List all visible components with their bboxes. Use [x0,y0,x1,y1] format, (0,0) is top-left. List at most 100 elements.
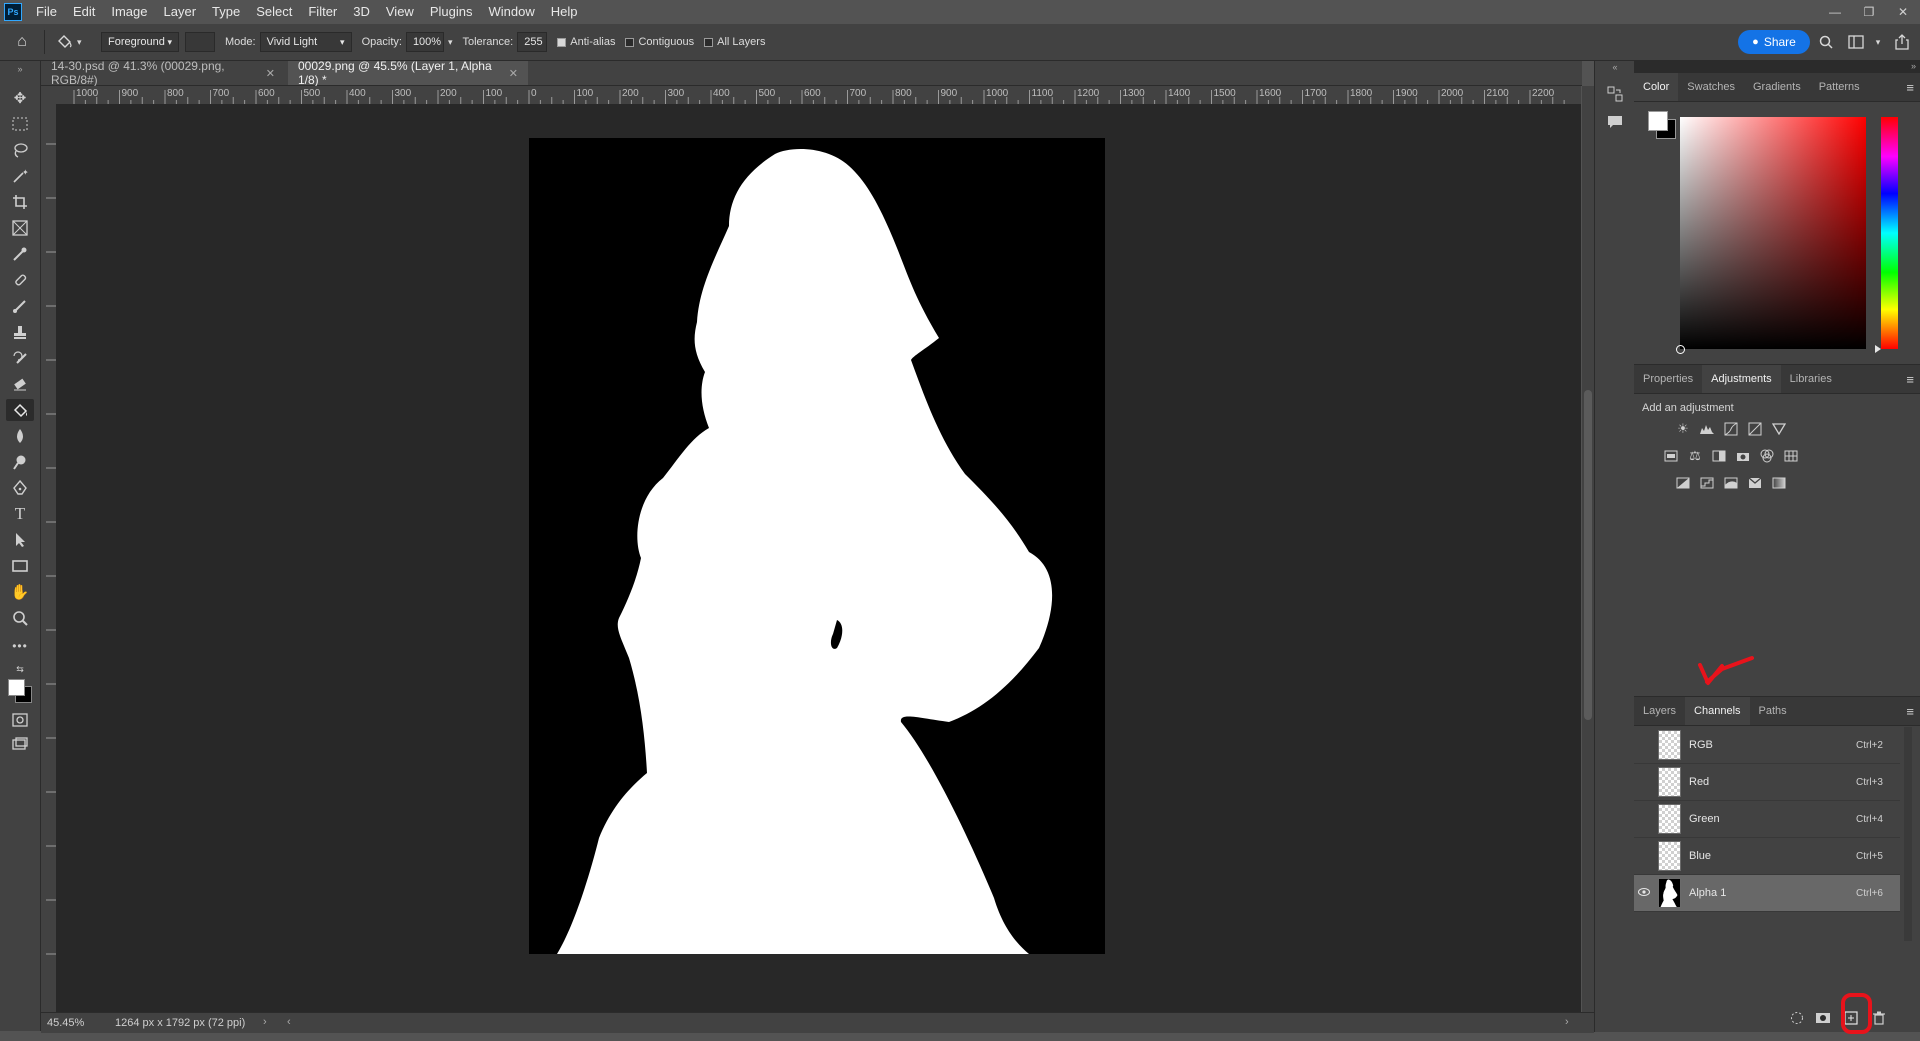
channel-row-alpha-1[interactable]: Alpha 1 Ctrl+6 [1634,875,1900,912]
tab-patterns[interactable]: Patterns [1810,73,1869,101]
frame-tool-icon[interactable] [6,217,34,239]
invert-icon[interactable] [1674,475,1692,491]
load-selection-icon[interactable] [1788,1009,1806,1027]
workspace-icon[interactable] [1846,32,1866,52]
blur-tool-icon[interactable] [6,425,34,447]
paint-bucket-tool-icon[interactable] [6,399,34,421]
scroll-right-icon[interactable]: › [1565,1016,1569,1028]
panel-menu-icon[interactable]: ≡ [1906,704,1914,719]
hue-slider[interactable] [1881,117,1898,349]
threshold-icon[interactable] [1722,475,1740,491]
vertical-scrollbar[interactable] [1582,86,1594,1012]
curves-icon[interactable] [1722,421,1740,437]
color-picker-cursor[interactable] [1676,345,1685,354]
horizontal-ruler[interactable]: 1000 900 800 700 600 500 400 300 200 100 0 100 200 30… [56,86,1581,105]
minimize-button[interactable]: — [1818,0,1852,24]
ruler-corner[interactable] [41,86,56,104]
hue-saturation-icon[interactable] [1662,448,1680,464]
move-tool-icon[interactable]: ✥ [6,87,34,109]
menu-select[interactable]: Select [248,0,300,24]
channel-row-red[interactable]: Red Ctrl+3 [1634,764,1900,801]
pattern-picker[interactable] [185,32,215,52]
document-canvas[interactable] [529,138,1105,955]
opacity-dropdown-icon[interactable]: ▾ [448,37,453,48]
paint-bucket-preset-icon[interactable]: ▾ [55,33,95,51]
photo-filter-icon[interactable] [1734,448,1752,464]
menu-type[interactable]: Type [204,0,248,24]
quick-mask-icon[interactable] [6,709,34,731]
clone-stamp-tool-icon[interactable] [6,321,34,343]
menu-image[interactable]: Image [103,0,155,24]
anti-alias-checkbox[interactable]: Anti-alias [557,36,615,48]
mode-select[interactable]: Vivid Light ▾ [259,32,352,52]
color-balance-icon[interactable]: ⚖ [1686,448,1704,464]
brush-tool-icon[interactable] [6,295,34,317]
vertical-scroll-thumb[interactable] [1584,390,1592,720]
tab-gradients[interactable]: Gradients [1744,73,1810,101]
menu-layer[interactable]: Layer [156,0,205,24]
path-selection-tool-icon[interactable] [6,529,34,551]
save-selection-icon[interactable] [1814,1009,1832,1027]
menu-window[interactable]: Window [480,0,542,24]
eraser-tool-icon[interactable] [6,373,34,395]
channel-mixer-icon[interactable] [1758,448,1776,464]
channel-row-green[interactable]: Green Ctrl+4 [1634,801,1900,838]
canvas-area[interactable] [56,104,1581,1012]
new-channel-icon[interactable] [1842,1009,1860,1027]
tab-color[interactable]: Color [1634,73,1679,101]
tolerance-input[interactable]: 255 [517,32,548,52]
marquee-tool-icon[interactable] [6,113,34,135]
more-tools-icon[interactable]: ••• [6,635,34,657]
menu-edit[interactable]: Edit [65,0,103,24]
pen-tool-icon[interactable] [6,477,34,499]
zoom-tool-icon[interactable] [6,607,34,629]
tab-adjustments[interactable]: Adjustments [1702,365,1781,393]
scroll-left-icon[interactable]: ‹ [287,1016,291,1028]
foreground-color-swatch[interactable] [8,679,25,696]
selective-color-icon[interactable] [1746,475,1764,491]
menu-3d[interactable]: 3D [345,0,378,24]
eyedropper-tool-icon[interactable] [6,243,34,265]
swap-colors-icon[interactable]: ⇆ [6,661,34,677]
tab-properties[interactable]: Properties [1634,365,1702,393]
tab-document-1[interactable]: 14-30.psd @ 41.3% (00029.png, RGB/8#) ✕ [41,59,285,87]
tab-paths[interactable]: Paths [1750,697,1796,725]
status-menu-arrow-icon[interactable]: › [263,1016,267,1028]
color-field[interactable] [1680,117,1866,349]
menu-filter[interactable]: Filter [300,0,345,24]
collapse-strip-icon[interactable]: « [1604,61,1626,73]
tab-swatches[interactable]: Swatches [1678,73,1744,101]
type-tool-icon[interactable]: T [6,503,34,525]
brightness-contrast-icon[interactable]: ☀ [1674,421,1692,437]
foreground-color-swatch[interactable] [1648,111,1668,131]
eye-icon[interactable] [1634,887,1654,899]
gradient-map-icon[interactable] [1770,475,1788,491]
restore-button[interactable]: ❐ [1852,0,1886,24]
menu-help[interactable]: Help [543,0,586,24]
tab-document-2[interactable]: 00029.png @ 45.5% (Layer 1, Alpha 1/8) *… [288,59,528,87]
channel-row-rgb[interactable]: RGB Ctrl+2 [1634,727,1900,764]
close-tab-icon[interactable]: ✕ [509,67,518,80]
lasso-tool-icon[interactable] [6,139,34,161]
panel-menu-icon[interactable]: ≡ [1906,372,1914,387]
menu-view[interactable]: View [378,0,422,24]
collapse-dock-icon[interactable]: » [1911,61,1916,71]
workspace-dropdown-icon[interactable]: ▾ [1868,32,1888,52]
contiguous-checkbox[interactable]: Contiguous [625,36,694,48]
share-export-icon[interactable] [1892,32,1912,52]
collapse-toolbar-icon[interactable]: » [6,63,34,75]
all-layers-checkbox[interactable]: All Layers [704,36,765,48]
close-button[interactable]: ✕ [1886,0,1920,24]
menu-file[interactable]: File [28,0,65,24]
tab-layers[interactable]: Layers [1634,697,1685,725]
crop-tool-icon[interactable] [6,191,34,213]
tab-libraries[interactable]: Libraries [1781,365,1841,393]
menu-plugins[interactable]: Plugins [422,0,481,24]
hue-slider-handle[interactable] [1875,345,1881,353]
history-brush-tool-icon[interactable] [6,347,34,369]
rectangle-tool-icon[interactable] [6,555,34,577]
color-lookup-icon[interactable] [1782,448,1800,464]
search-icon[interactable] [1816,32,1836,52]
panel-menu-icon[interactable]: ≡ [1906,80,1914,95]
screen-mode-icon[interactable] [6,733,34,755]
